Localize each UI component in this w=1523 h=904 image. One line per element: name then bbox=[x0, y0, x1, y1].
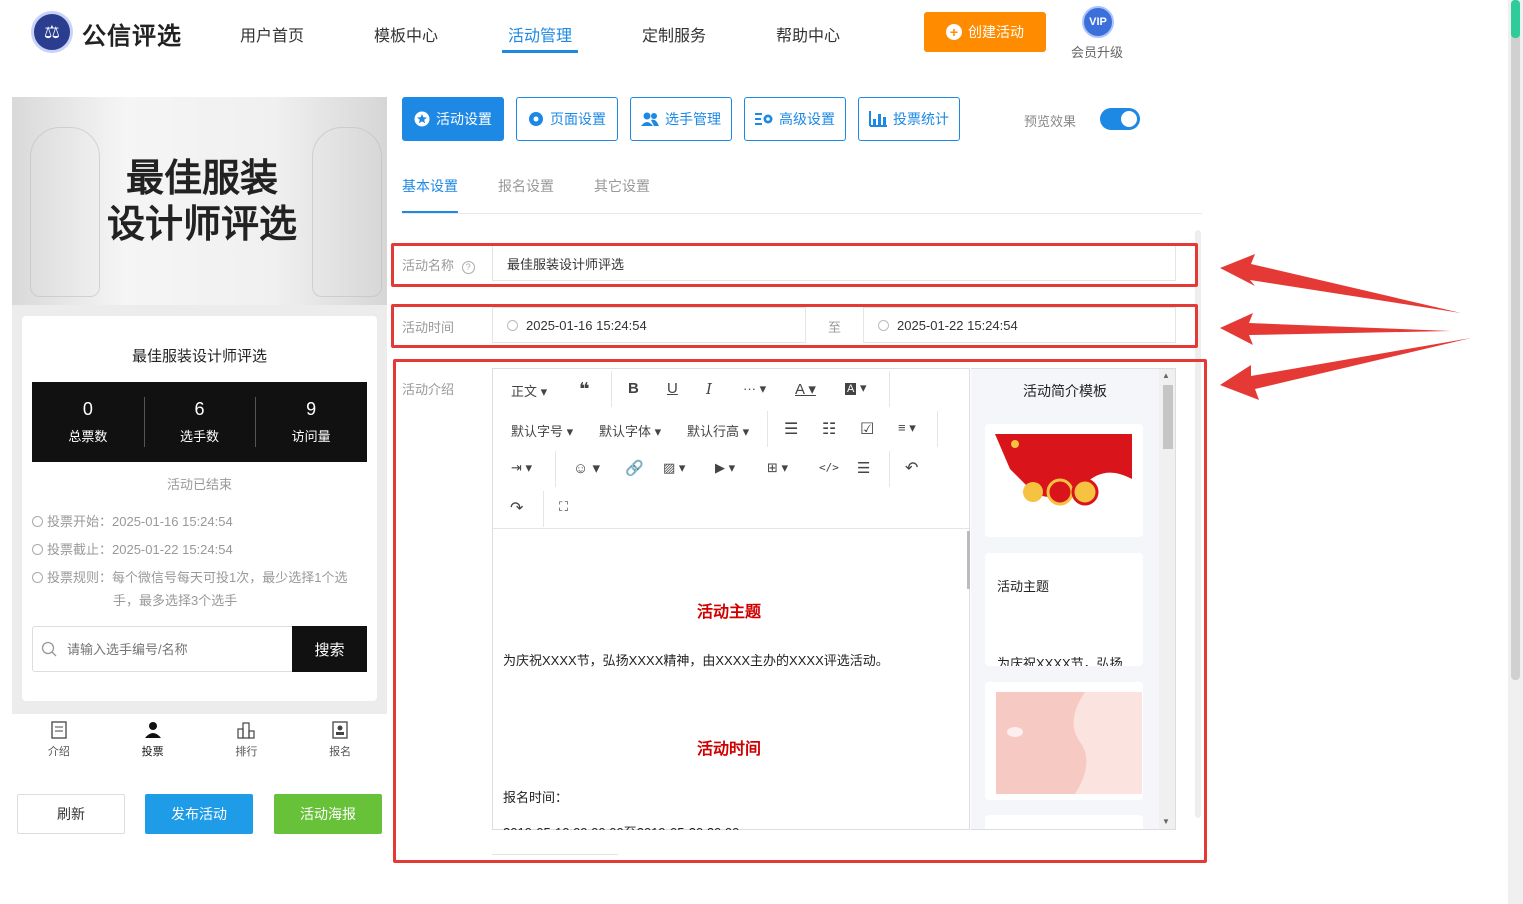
vote-statistics-button[interactable]: 投票统计 bbox=[858, 97, 960, 141]
vip-icon[interactable]: VIP bbox=[1082, 6, 1114, 38]
banner-title: 最佳服装 设计师评选 bbox=[106, 155, 297, 246]
nav-activity-management[interactable]: 活动管理 bbox=[508, 22, 572, 46]
search-icon bbox=[41, 641, 57, 657]
preview-tabbar: 介绍 投票 排行 报名 bbox=[12, 714, 387, 766]
logo-text[interactable]: 公信评选 bbox=[82, 16, 182, 51]
nav-active-indicator bbox=[502, 50, 578, 53]
publish-activity-button[interactable]: 发布活动 bbox=[145, 794, 253, 834]
refresh-button[interactable]: 刷新 bbox=[17, 794, 125, 834]
highlight-activity-intro bbox=[393, 359, 1207, 863]
stat-visits: 9 访问量 bbox=[255, 382, 367, 462]
activity-settings-button[interactable]: 活动设置 bbox=[402, 97, 504, 141]
stat-total-votes: 0 总票数 bbox=[68, 399, 108, 444]
user-icon bbox=[144, 722, 161, 738]
users-icon bbox=[641, 112, 659, 126]
activity-banner: 最佳服装 设计师评选 bbox=[12, 97, 387, 305]
tab-signup[interactable]: 报名 bbox=[293, 714, 387, 766]
tab-intro[interactable]: 介绍 bbox=[12, 714, 106, 766]
search-button[interactable]: 搜索 bbox=[292, 626, 367, 672]
stats-panel: 0 总票数 6 选手数 9 访问量 bbox=[32, 382, 367, 462]
tab-other-settings[interactable]: 其它设置 bbox=[594, 176, 650, 196]
create-activity-label: 创建活动 bbox=[968, 24, 1024, 40]
clock-icon bbox=[32, 516, 43, 527]
create-activity-button[interactable]: + 创建活动 bbox=[924, 12, 1046, 52]
nav-user-home[interactable]: 用户首页 bbox=[240, 22, 304, 46]
tab-vote[interactable]: 投票 bbox=[106, 714, 200, 766]
contestant-search: 搜索 bbox=[32, 626, 367, 672]
vote-rule: 投票规则：每个微信号每天可投1次，最少选择1个选 手，最多选择3个选手 bbox=[32, 566, 362, 612]
ranking-icon bbox=[237, 722, 255, 739]
info-icon bbox=[32, 572, 43, 583]
annotation-arrows bbox=[1220, 254, 1471, 400]
search-input[interactable] bbox=[33, 627, 292, 671]
tab-ranking[interactable]: 排行 bbox=[200, 714, 294, 766]
activity-poster-button[interactable]: 活动海报 bbox=[274, 794, 382, 834]
contestant-management-button[interactable]: 选手管理 bbox=[630, 97, 732, 141]
nav-help-center[interactable]: 帮助中心 bbox=[776, 22, 840, 46]
activity-status: 活动已结束 bbox=[166, 477, 232, 492]
top-header: ⚖ 公信评选 用户首页 模板中心 活动管理 定制服务 帮助中心 + 创建活动 V… bbox=[0, 0, 1508, 70]
page-scrollbar[interactable] bbox=[1508, 0, 1523, 904]
star-circle-icon bbox=[414, 111, 430, 127]
gear-icon bbox=[529, 112, 543, 126]
arrow-name-icon bbox=[1220, 254, 1461, 313]
mannequin-right-image bbox=[312, 127, 382, 297]
logo-icon[interactable]: ⚖ bbox=[31, 11, 73, 53]
bar-chart-icon bbox=[869, 111, 887, 127]
arrow-intro-icon bbox=[1220, 338, 1471, 400]
advanced-settings-button[interactable]: 高级设置 bbox=[744, 97, 846, 141]
document-icon bbox=[51, 721, 67, 739]
highlight-activity-time bbox=[391, 304, 1198, 348]
activity-title: 最佳服装设计师评选 bbox=[131, 348, 267, 365]
stat-contestants: 6 选手数 bbox=[143, 382, 256, 462]
plus-circle-icon: + bbox=[946, 24, 962, 40]
tab-basic-settings[interactable]: 基本设置 bbox=[402, 176, 458, 196]
subtab-divider bbox=[402, 213, 1202, 214]
arrow-time-icon bbox=[1220, 313, 1451, 345]
clock-icon bbox=[32, 544, 43, 555]
mannequin-left-image bbox=[30, 127, 100, 297]
vote-end-time: 投票截止：2025-01-22 15:24:54 bbox=[32, 538, 362, 561]
page-settings-button[interactable]: 页面设置 bbox=[516, 97, 618, 141]
highlight-activity-name bbox=[391, 243, 1198, 287]
id-card-icon bbox=[332, 721, 348, 739]
vote-start-time: 投票开始：2025-01-16 15:24:54 bbox=[32, 510, 362, 533]
nav-templates[interactable]: 模板中心 bbox=[374, 22, 438, 46]
preview-effect-toggle[interactable] bbox=[1100, 108, 1140, 130]
member-upgrade-link[interactable]: 会员升级 bbox=[1071, 42, 1123, 61]
tab-signup-settings[interactable]: 报名设置 bbox=[498, 176, 554, 196]
nav-custom-service[interactable]: 定制服务 bbox=[642, 22, 706, 46]
sliders-gear-icon bbox=[755, 113, 773, 125]
preview-effect-label: 预览效果 bbox=[1024, 114, 1077, 129]
